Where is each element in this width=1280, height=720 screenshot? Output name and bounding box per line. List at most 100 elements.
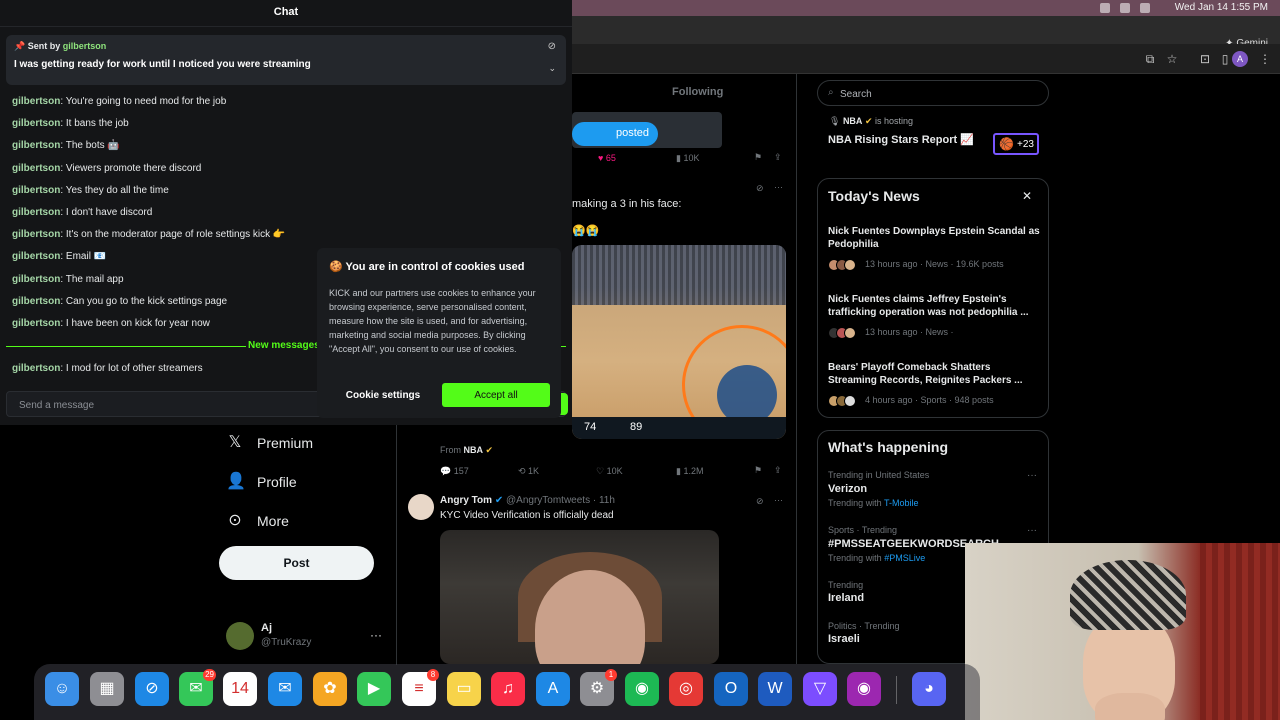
dock-podcasts-icon[interactable]: ◉ (847, 672, 881, 706)
sidebar-icon[interactable]: ▯ (1218, 52, 1232, 66)
dock-outlook-icon[interactable]: O (714, 672, 748, 706)
repost-count[interactable]: ⟲ 1K (518, 466, 539, 477)
trend-more-icon[interactable]: ··· (1027, 470, 1037, 481)
dock-discord-icon[interactable]: ◕ (912, 672, 946, 706)
grok-icon-2[interactable]: ⊘ (756, 496, 764, 507)
pinned-sender-name[interactable]: gilbertson (63, 41, 107, 51)
dock-calendar-icon[interactable]: 14 (223, 672, 257, 706)
post-like-count[interactable]: ♡ 10K (596, 466, 623, 477)
wifi-icon[interactable] (1120, 3, 1130, 13)
chat-message[interactable]: gilbertson: I mod for lot of other strea… (12, 363, 203, 374)
trend-name[interactable]: Israeli (828, 633, 860, 645)
bookmark-icon[interactable]: ⚑ (754, 152, 762, 163)
account-more-icon[interactable]: ··· (370, 628, 382, 642)
dock-app-store-icon[interactable]: A (536, 672, 570, 706)
like-count[interactable]: ♥ 65 (598, 153, 616, 163)
cookie-settings-button[interactable]: Cookie settings (335, 384, 431, 406)
chat-message-input[interactable] (19, 397, 319, 413)
dock-facetime-icon[interactable]: ▶ (357, 672, 391, 706)
posted-pill[interactable]: posted (572, 122, 658, 146)
search-box[interactable]: ⌕ (817, 80, 1049, 106)
chat-message[interactable]: gilbertson: It's on the moderator page o… (12, 229, 285, 240)
chat-username[interactable]: gilbertson (12, 96, 60, 107)
post-view-count[interactable]: ▮ 1.2M (676, 466, 703, 477)
dock-system-settings-icon[interactable]: ⚙ 1 (580, 669, 617, 706)
post-bookmark-icon[interactable]: ⚑ (754, 465, 762, 476)
dock-vpn-icon[interactable]: ▽ (803, 672, 837, 706)
post-share-icon[interactable]: ⇪ (774, 465, 782, 476)
dock-mail-icon[interactable]: ✉ (268, 672, 302, 706)
extensions-icon[interactable]: ⊡ (1198, 52, 1212, 66)
share-icon[interactable]: ⇪ (774, 152, 782, 163)
chat-username[interactable]: gilbertson (12, 163, 60, 174)
news-item-title[interactable]: Bears' Playoff Comeback Shatters Streami… (828, 361, 1042, 387)
view-count[interactable]: ▮ 10K (676, 153, 699, 164)
chat-message[interactable]: gilbertson: The bots 🤖 (12, 140, 120, 151)
space-host[interactable]: 🎙 NBA ✔ is hosting (829, 116, 913, 127)
from-account[interactable]: NBA (464, 445, 484, 455)
dock-messages-icon[interactable]: ✉ 29 (179, 669, 216, 706)
dock-finder-icon[interactable]: ☺ (45, 672, 79, 706)
news-item-title[interactable]: Nick Fuentes Downplays Epstein Scandal a… (828, 225, 1042, 251)
dock-safari-icon[interactable]: ⊘ (135, 672, 169, 706)
browser-menu-icon[interactable]: ⋮ (1258, 52, 1272, 66)
bookmark-star-icon[interactable]: ☆ (1165, 52, 1179, 66)
search-input[interactable] (840, 85, 1040, 103)
grok-icon[interactable]: ⊘ (756, 183, 764, 194)
chat-message[interactable]: gilbertson: Can you go to the kick setti… (12, 296, 227, 307)
chat-username[interactable]: gilbertson (12, 185, 60, 196)
space-listeners[interactable]: 🏀 +23 (993, 133, 1039, 155)
control-center-icon[interactable] (1140, 3, 1150, 13)
trend-name[interactable]: Verizon (828, 483, 867, 495)
browser-profile-avatar[interactable]: A (1232, 51, 1248, 67)
chat-message[interactable]: gilbertson: I don't have discord (12, 207, 152, 218)
chat-username[interactable]: gilbertson (12, 229, 60, 240)
chevron-down-icon[interactable]: ⌄ (548, 63, 556, 74)
post-more-icon-2[interactable]: ··· (774, 495, 783, 505)
dock-music-icon[interactable]: ♫ (491, 672, 525, 706)
account-handle[interactable]: @TruKrazy (261, 637, 311, 648)
angry-tom-avatar[interactable] (408, 494, 434, 520)
cast-icon[interactable]: ⧉ (1143, 52, 1157, 66)
menu-bar-clock[interactable]: Wed Jan 14 1:55 PM (1175, 2, 1268, 13)
space-title[interactable]: NBA Rising Stars Report 📈 (828, 133, 974, 146)
trend-more-icon[interactable]: ··· (1027, 525, 1037, 536)
chat-username[interactable]: gilbertson (12, 318, 60, 329)
dock-launchpad-icon[interactable]: ▦ (90, 672, 124, 706)
post-button[interactable]: Post (219, 546, 374, 580)
close-icon[interactable]: ✕ (1022, 189, 1032, 203)
chat-username[interactable]: gilbertson (12, 296, 60, 307)
pinned-message[interactable]: 📌 Sent by gilbertson I was getting ready… (6, 35, 566, 85)
account-avatar[interactable] (226, 622, 254, 650)
battery-icon[interactable] (1100, 3, 1110, 13)
chat-username[interactable]: gilbertson (12, 363, 60, 374)
angry-tom-handle[interactable]: @AngryTomtweets (506, 495, 590, 506)
dock-photos-icon[interactable]: ✿ (313, 672, 347, 706)
chat-username[interactable]: gilbertson (12, 207, 60, 218)
chat-message[interactable]: gilbertson: It bans the job (12, 118, 129, 129)
trend-with-link[interactable]: T-Mobile (884, 498, 919, 508)
dock-word-icon[interactable]: W (758, 672, 792, 706)
send-button[interactable] (560, 393, 568, 415)
chat-username[interactable]: gilbertson (12, 140, 60, 151)
dock-chrome-icon[interactable]: ◎ (669, 672, 703, 706)
dock-spotify-icon[interactable]: ◉ (625, 672, 659, 706)
hide-pin-icon[interactable]: ⊘ (548, 41, 556, 52)
post-more-icon[interactable]: ··· (774, 182, 783, 192)
tab-following[interactable]: Following (672, 86, 723, 98)
chat-message[interactable]: gilbertson: Yes they do all the time (12, 185, 169, 196)
dock-reminders-icon[interactable]: ≡ 8 (402, 669, 439, 706)
chat-username[interactable]: gilbertson (12, 251, 60, 262)
chat-message[interactable]: gilbertson: The mail app (12, 274, 124, 285)
chat-message[interactable]: gilbertson: You're going to need mod for… (12, 96, 226, 107)
nba-video[interactable]: 74 89 (572, 245, 786, 439)
angry-tom-name[interactable]: Angry Tom (440, 495, 492, 506)
chat-message[interactable]: gilbertson: Email 📧 (12, 251, 106, 262)
chat-username[interactable]: gilbertson (12, 118, 60, 129)
accept-all-button[interactable]: Accept all (442, 383, 550, 407)
new-messages-label[interactable]: New messages (246, 340, 322, 351)
trend-name[interactable]: Ireland (828, 592, 864, 604)
dock-notes-icon[interactable]: ▭ (447, 672, 481, 706)
from-attribution[interactable]: From NBA ✔ (440, 445, 493, 456)
chat-message[interactable]: gilbertson: I have been on kick for year… (12, 318, 210, 329)
